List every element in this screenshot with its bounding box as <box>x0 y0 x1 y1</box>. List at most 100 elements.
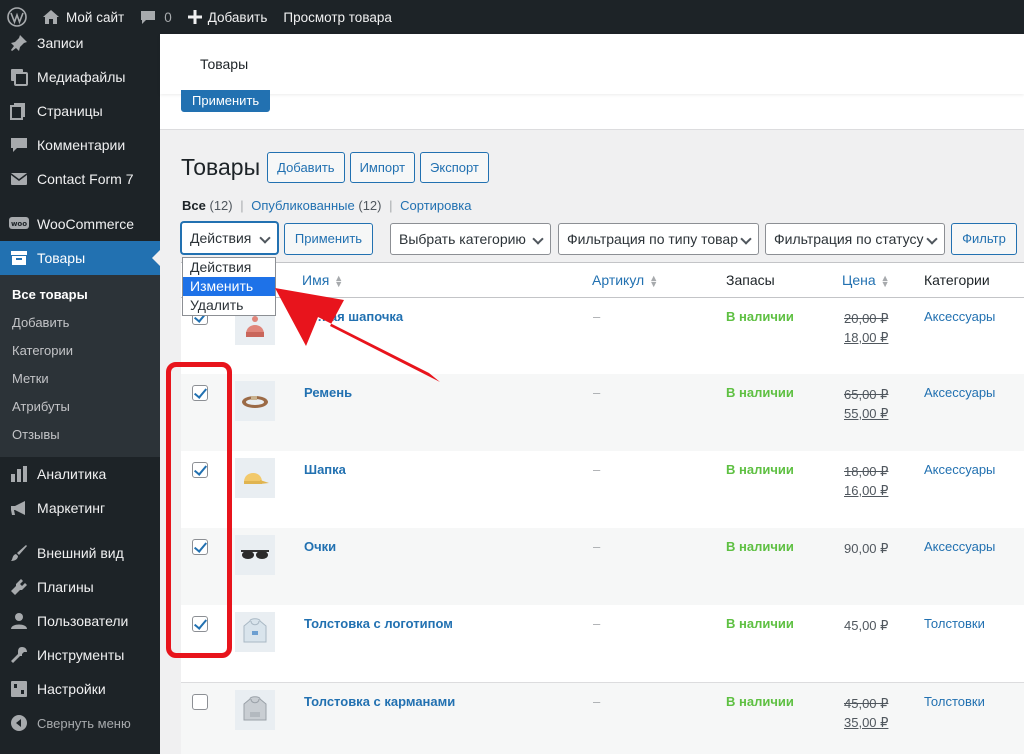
product-sku: – <box>593 539 601 554</box>
regular-price: 90,00 ₽ <box>844 541 889 556</box>
view-all[interactable]: Все <box>182 198 206 213</box>
sort-arrows-icon: ▲ ▼ <box>649 273 659 290</box>
view-all-count: (12) <box>209 198 233 213</box>
add-new-label: Добавить <box>207 9 268 25</box>
product-category-link[interactable]: Аксессуары <box>924 462 995 477</box>
export-button[interactable]: Экспорт <box>420 152 489 183</box>
add-product-button[interactable]: Добавить <box>267 152 345 183</box>
plus-icon <box>187 10 202 24</box>
sidebar-item-settings[interactable]: Настройки <box>0 672 160 706</box>
sidebar-item-comments[interactable]: Комментарии <box>0 128 160 162</box>
comment-icon <box>141 11 156 24</box>
import-button[interactable]: Импорт <box>349 152 416 183</box>
column-sku-label: Артикул <box>592 272 645 288</box>
product-price: 45,00 ₽ 35,00 ₽ <box>844 694 888 732</box>
column-price-header[interactable]: Цена ▲ ▼ <box>842 272 890 290</box>
product-category-link[interactable]: Аксессуары <box>924 309 995 324</box>
collapse-menu-button[interactable]: Свернуть меню <box>0 706 160 740</box>
product-type-filter-value: Фильтрация по типу товар <box>567 231 738 247</box>
product-name-link[interactable]: Шапка <box>304 462 346 477</box>
comments-link[interactable]: 0 <box>132 0 180 34</box>
table-row[interactable]: Ремень – В наличии 65,00 ₽ 55,00 ₽ Аксесс… <box>181 374 1024 451</box>
view-published[interactable]: Опубликованные <box>251 198 355 213</box>
sidebar-item-analytics[interactable]: Аналитика <box>0 457 160 491</box>
submenu-all-products[interactable]: Все товары <box>0 281 160 309</box>
product-category-link[interactable]: Толстовки <box>924 616 985 631</box>
table-row[interactable]: Очки – В наличии 90,00 ₽ Аксессуары <box>181 528 1024 605</box>
sidebar-item-marketing[interactable]: Маркетинг <box>0 491 160 525</box>
sidebar-label: Плагины <box>37 579 94 595</box>
apply-top-button[interactable]: Применить <box>181 90 271 112</box>
product-name-link[interactable]: …ная шапочка <box>309 309 403 324</box>
product-thumbnail-sunglasses[interactable] <box>235 535 275 575</box>
stock-status: В наличии <box>726 539 794 554</box>
sidebar-item-tools[interactable]: Инструменты <box>0 638 160 672</box>
bulk-apply-button[interactable]: Применить <box>284 223 373 255</box>
bulk-actions-select[interactable]: Действия <box>181 222 278 254</box>
product-name-link[interactable]: Толстовка с карманами <box>304 694 455 709</box>
bulk-option-delete[interactable]: Удалить <box>183 296 275 315</box>
pages-icon <box>9 101 29 121</box>
product-category-link[interactable]: Аксессуары <box>924 385 995 400</box>
sidebar-label: Аналитика <box>37 466 107 482</box>
sidebar-item-plugins[interactable]: Плагины <box>0 570 160 604</box>
sidebar-item-contact-form[interactable]: Contact Form 7 <box>0 162 160 196</box>
view-product-link[interactable]: Просмотр товара <box>275 0 400 34</box>
table-row[interactable]: Шапка – В наличии 18,00 ₽ 16,00 ₽ Аксессу… <box>181 451 1024 528</box>
bulk-option-actions[interactable]: Действия <box>183 258 275 277</box>
add-new-link[interactable]: Добавить <box>180 0 276 34</box>
site-name: Мой сайт <box>66 9 125 25</box>
product-name-link[interactable]: Ремень <box>304 385 352 400</box>
column-name-header[interactable]: Имя ▲ ▼ <box>302 272 343 289</box>
sidebar-label: Комментарии <box>37 137 126 153</box>
column-sku-header[interactable]: Артикул ▲ ▼ <box>592 272 659 290</box>
sidebar-label: Инструменты <box>37 647 125 663</box>
row-checkbox[interactable] <box>192 694 208 710</box>
site-name-link[interactable]: Мой сайт <box>34 0 132 34</box>
sidebar-item-woocommerce[interactable]: woo WooCommerce <box>0 207 160 241</box>
top-notice-strip <box>160 94 1024 130</box>
product-type-filter-select[interactable]: Фильтрация по типу товар <box>558 223 759 255</box>
product-thumbnail-hoodie-logo[interactable] <box>235 612 275 652</box>
product-name-link[interactable]: Очки <box>304 539 336 554</box>
collapse-menu-label: Свернуть меню <box>37 715 131 731</box>
sidebar-item-posts[interactable]: Записи <box>0 34 160 60</box>
sidebar-item-pages[interactable]: Страницы <box>0 94 160 128</box>
product-name-link[interactable]: Толстовка с логотипом <box>304 616 453 631</box>
sidebar-item-users[interactable]: Пользователи <box>0 604 160 638</box>
megaphone-icon <box>9 498 29 518</box>
product-thumbnail-belt[interactable] <box>235 381 275 421</box>
submenu-tags[interactable]: Метки <box>0 365 160 393</box>
filter-button[interactable]: Фильтр <box>951 223 1017 255</box>
submenu-add-new[interactable]: Добавить <box>0 309 160 337</box>
sidebar-item-media[interactable]: Медиафайлы <box>0 60 160 94</box>
brush-icon <box>9 543 29 563</box>
product-price: 18,00 ₽ 16,00 ₽ <box>844 462 888 500</box>
product-sku: – <box>593 616 601 631</box>
view-sorting[interactable]: Сортировка <box>400 198 471 213</box>
old-price: 65,00 ₽ <box>844 387 889 402</box>
category-filter-select[interactable]: Выбрать категорию <box>390 223 551 255</box>
product-category-link[interactable]: Аксессуары <box>924 539 995 554</box>
wordpress-logo-icon[interactable] <box>0 0 34 34</box>
table-row[interactable]: …ная шапочка – В наличии 20,00 ₽18,00 ₽ … <box>181 298 1024 374</box>
bulk-option-edit[interactable]: Изменить <box>183 277 275 296</box>
table-row[interactable]: Толстовка с логотипом – В наличии 45,00 … <box>181 605 1024 682</box>
sidebar-label: Настройки <box>37 681 106 697</box>
sort-arrows-icon: ▲ ▼ <box>880 273 890 290</box>
sidebar-item-products[interactable]: Товары <box>0 241 160 275</box>
stock-status: В наличии <box>726 385 794 400</box>
user-icon <box>9 611 29 631</box>
table-row[interactable]: Толстовка с карманами – В наличии 45,00 … <box>181 682 1024 754</box>
mail-icon <box>9 169 29 189</box>
plugin-icon <box>9 577 29 597</box>
annotation-highlight-box <box>166 362 232 658</box>
sidebar-item-appearance[interactable]: Внешний вид <box>0 536 160 570</box>
submenu-reviews[interactable]: Отзывы <box>0 421 160 449</box>
submenu-categories[interactable]: Категории <box>0 337 160 365</box>
submenu-attributes[interactable]: Атрибуты <box>0 393 160 421</box>
stock-status-filter-select[interactable]: Фильтрация по статусу <box>765 223 945 255</box>
product-category-link[interactable]: Толстовки <box>924 694 985 709</box>
product-thumbnail-hoodie-pockets[interactable] <box>235 690 275 730</box>
product-thumbnail-cap[interactable] <box>235 458 275 498</box>
